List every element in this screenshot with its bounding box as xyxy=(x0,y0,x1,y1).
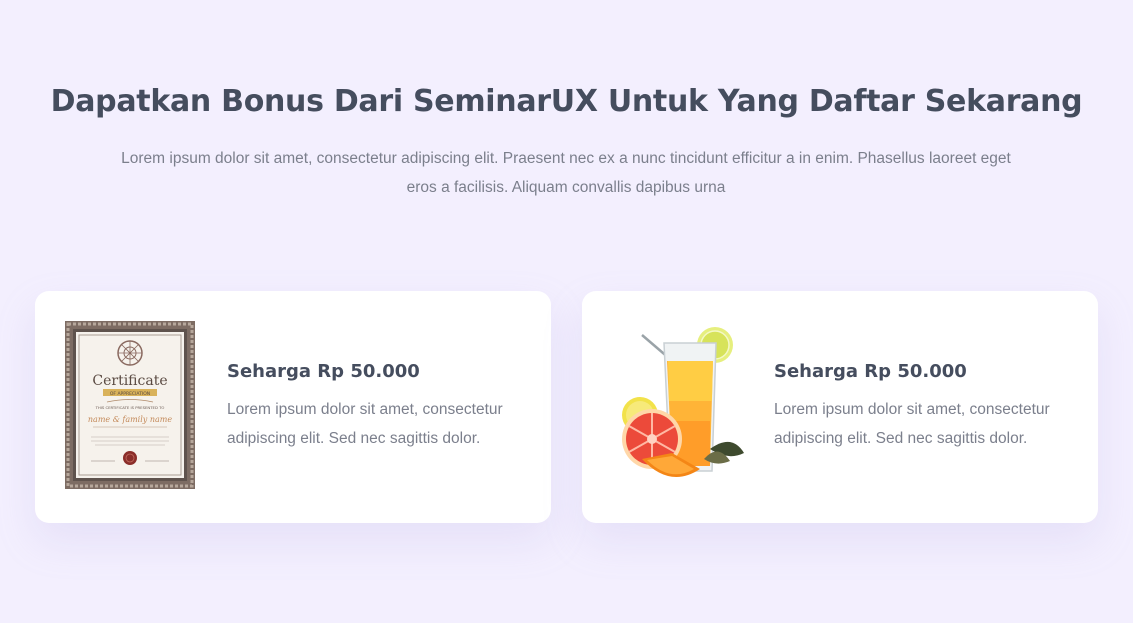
certificate-line-text: THIS CERTIFICATE IS PRESENTED TO xyxy=(95,405,165,410)
bonus-section: Dapatkan Bonus Dari SeminarUX Untuk Yang… xyxy=(0,0,1133,623)
fruit-juice-image xyxy=(612,321,744,491)
section-subtext: Lorem ipsum dolor sit amet, consectetur … xyxy=(121,150,1011,196)
section-headline: Dapatkan Bonus Dari SeminarUX Untuk Yang… xyxy=(50,84,1083,119)
certificate-ribbon-text: OF APPRECIATION xyxy=(110,391,150,397)
card-price-title: Seharga Rp 50.000 xyxy=(774,361,967,382)
card-description: Lorem ipsum dolor sit amet, consectetur … xyxy=(774,401,1050,447)
certificate-title-text: Certificate xyxy=(92,373,167,389)
certificate-image: Certificate OF APPRECIATION THIS CERTIFI… xyxy=(65,321,197,491)
certificate-name-text: name & family name xyxy=(88,415,172,424)
card-price-title: Seharga Rp 50.000 xyxy=(227,361,420,382)
bonus-card-juice: Seharga Rp 50.000 Lorem ipsum dolor sit … xyxy=(582,291,1098,523)
bonus-card-certificate: Certificate OF APPRECIATION THIS CERTIFI… xyxy=(35,291,551,523)
card-description: Lorem ipsum dolor sit amet, consectetur … xyxy=(227,401,503,447)
